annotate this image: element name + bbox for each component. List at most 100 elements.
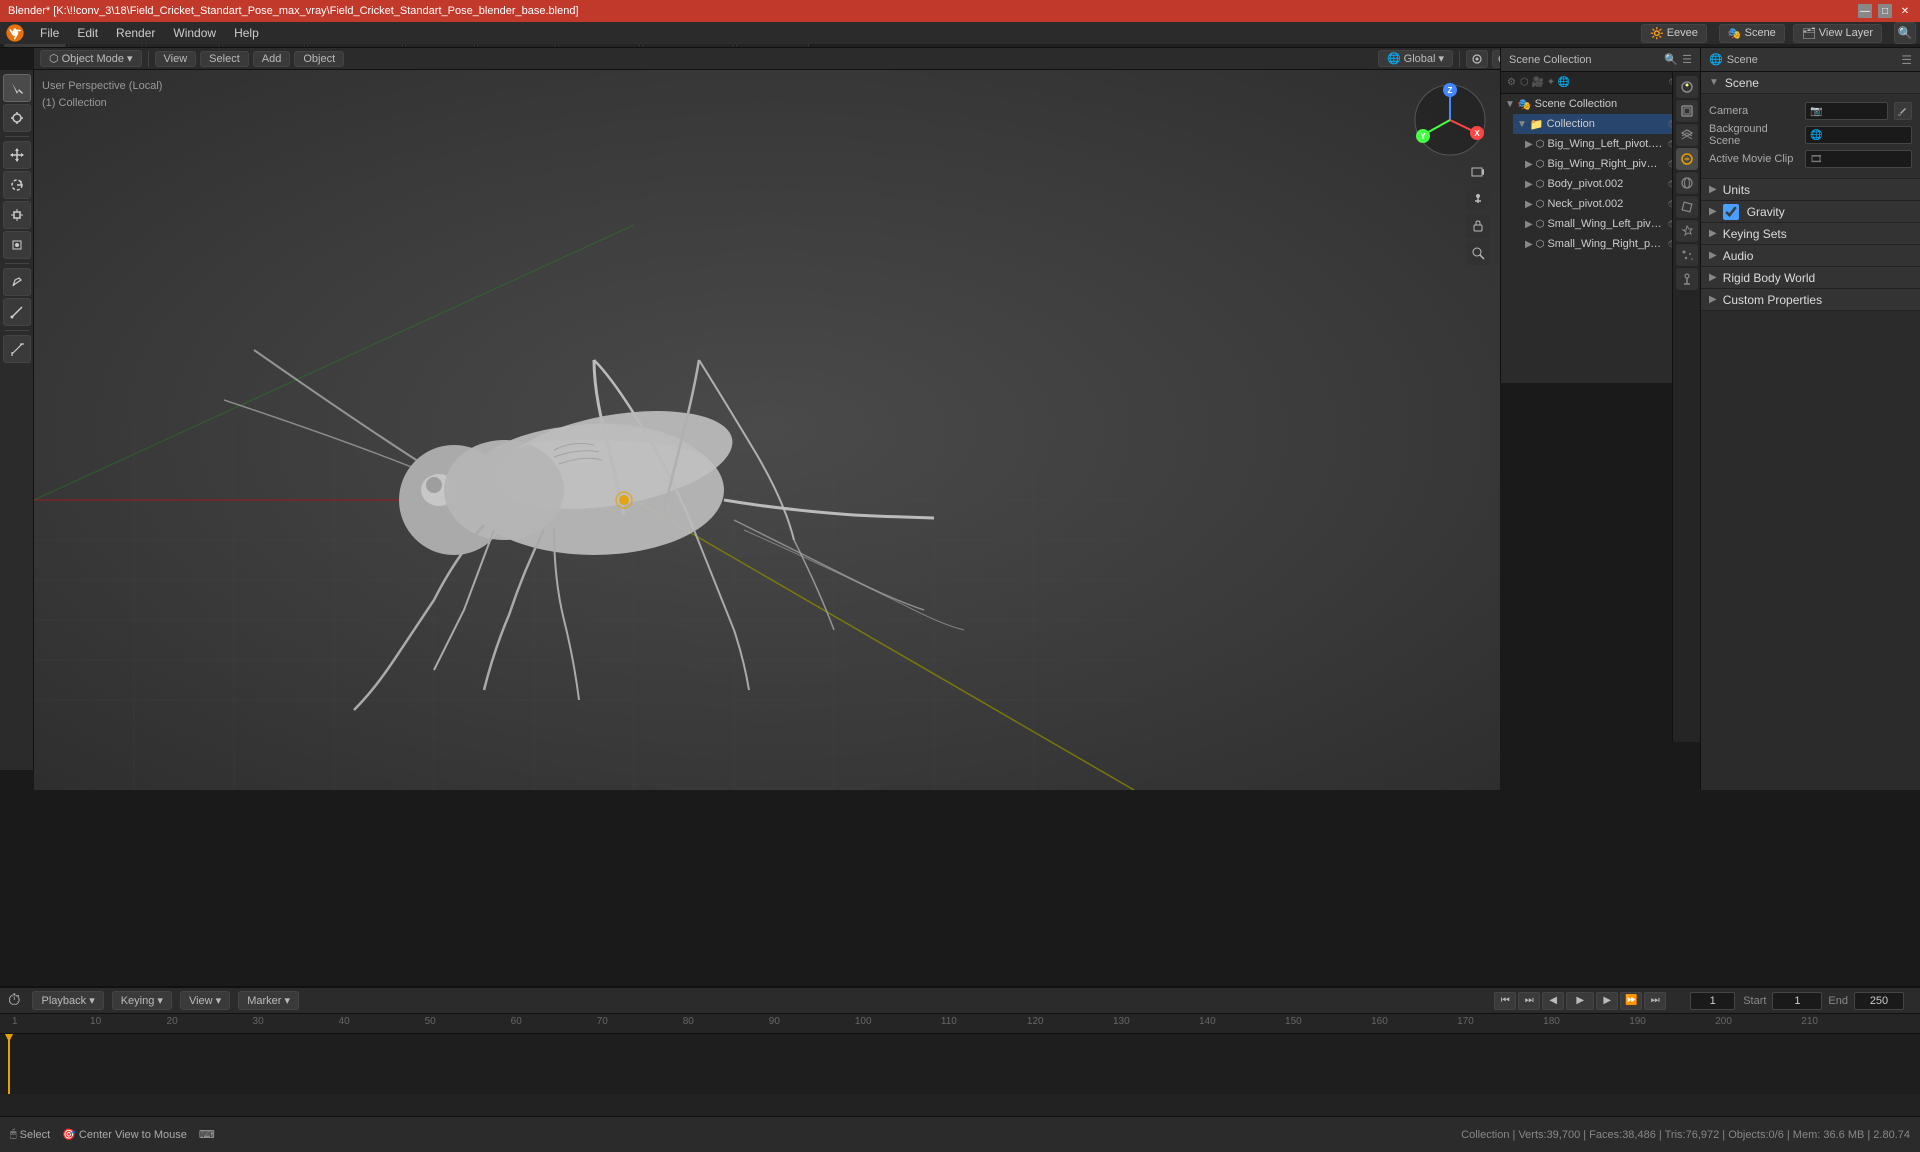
jump-prev-keyframe-btn[interactable]: ⏭ <box>1518 992 1540 1010</box>
outliner-item-1[interactable]: ▶ ⬡ Big_Wing_Right_pivot.002 👁 ↕ <box>1501 154 1700 174</box>
minimize-button[interactable]: — <box>1858 4 1872 18</box>
scene-expand-icon: ▼ <box>1709 77 1719 88</box>
prev-frame-btn[interactable]: ◀ <box>1542 992 1564 1010</box>
units-section-header[interactable]: ▶ Units <box>1701 179 1920 201</box>
cursor-tool-btn[interactable] <box>3 104 31 132</box>
marker-btn[interactable]: Marker ▾ <box>238 991 299 1010</box>
menu-file[interactable]: File <box>32 24 67 42</box>
outliner-item-2[interactable]: ▶ ⬡ Body_pivot.002 👁 ↕ <box>1501 174 1700 194</box>
prop-tab-modifier[interactable] <box>1676 220 1698 242</box>
menu-edit[interactable]: Edit <box>69 24 106 42</box>
object-mode-selector[interactable]: ⬡ Object Mode ▾ <box>40 50 142 67</box>
outliner-filter-btn[interactable]: 🔍 <box>1664 53 1678 66</box>
maximize-button[interactable]: □ <box>1878 4 1892 18</box>
menu-help[interactable]: Help <box>226 24 267 42</box>
status-select: 🖱 Select <box>10 1128 50 1141</box>
viewport-view-menu[interactable]: View <box>155 51 197 67</box>
custom-props-header[interactable]: ▶ Custom Properties <box>1701 289 1920 311</box>
close-button[interactable]: ✕ <box>1898 4 1912 18</box>
end-frame-input[interactable]: 250 <box>1854 992 1904 1010</box>
prop-tab-view-layer[interactable] <box>1676 124 1698 146</box>
item-icon-4: ⬡ <box>1536 219 1545 230</box>
gravity-section-header[interactable]: ▶ Gravity <box>1701 201 1920 223</box>
gravity-checkbox[interactable] <box>1723 204 1739 220</box>
keying-sets-section-header[interactable]: ▶ Keying Sets <box>1701 223 1920 245</box>
main-viewport[interactable]: User Perspective (Local) (1) Collection … <box>34 70 1500 790</box>
lock-camera-btn[interactable] <box>1466 214 1490 238</box>
outliner-item-3[interactable]: ▶ ⬡ Neck_pivot.002 👁 ↕ <box>1501 194 1700 214</box>
annotate-tool-btn[interactable] <box>3 268 31 296</box>
outliner-item-0[interactable]: ▶ ⬡ Big_Wing_Left_pivot.002 👁 ↕ <box>1501 134 1700 154</box>
viewport-select-menu[interactable]: Select <box>200 51 249 67</box>
camera-eyedropper[interactable] <box>1894 102 1912 120</box>
keying-btn[interactable]: Keying ▾ <box>112 991 172 1010</box>
camera-view-btn[interactable] <box>1466 160 1490 184</box>
menu-render[interactable]: Render <box>108 24 163 42</box>
prop-tab-scene[interactable] <box>1676 148 1698 170</box>
outliner-item-4[interactable]: ▶ ⬡ Small_Wing_Left_pivot.002 👁 ↕ <box>1501 214 1700 234</box>
rigid-body-world-header[interactable]: ▶ Rigid Body World <box>1701 267 1920 289</box>
prop-tab-world[interactable] <box>1676 172 1698 194</box>
prop-tab-physics[interactable] <box>1676 268 1698 290</box>
frame-20: 20 <box>167 1016 178 1027</box>
move-tool-btn[interactable] <box>3 141 31 169</box>
camera-value[interactable]: 📷 <box>1805 102 1888 120</box>
select-tool-btn[interactable] <box>3 74 31 102</box>
timeline-ruler: 1 10 20 30 40 50 60 70 80 90 100 110 120… <box>0 1014 1920 1034</box>
timeline-scrubber[interactable] <box>8 1034 10 1094</box>
next-frame-btn[interactable]: ▶ <box>1596 992 1618 1010</box>
rotate-tool-btn[interactable] <box>3 171 31 199</box>
play-btn[interactable]: ▶ <box>1566 992 1594 1010</box>
panel-options-btn[interactable]: ☰ <box>1901 53 1912 67</box>
collection-icon: 📁 <box>1530 118 1544 131</box>
blender-logo[interactable] <box>4 22 26 44</box>
viewport-add-menu[interactable]: Add <box>253 51 291 67</box>
select-label: Select <box>20 1129 51 1141</box>
scene-collection-root[interactable]: ▼ 🎭 Scene Collection <box>1501 94 1700 114</box>
walk-navigation-btn[interactable] <box>1466 187 1490 211</box>
viewport-object-menu[interactable]: Object <box>294 51 344 67</box>
timeline-track[interactable] <box>0 1034 1920 1094</box>
render-engine-selector[interactable]: 🔆 Eevee <box>1641 24 1707 43</box>
properties-panel-header: 🌐 Scene ☰ <box>1701 48 1920 72</box>
properties-title: Scene <box>1727 54 1758 66</box>
properties-sidebar-tabs <box>1672 72 1700 742</box>
viewport-icons <box>1466 160 1490 265</box>
prop-tab-particles[interactable] <box>1676 244 1698 266</box>
current-frame-display[interactable]: 1 <box>1690 992 1735 1010</box>
jump-next-keyframe-btn[interactable]: ⏩ <box>1620 992 1642 1010</box>
annotate-line-btn[interactable] <box>3 298 31 326</box>
measure-tool-btn[interactable] <box>3 335 31 363</box>
search-button[interactable]: 🔍 <box>1894 22 1916 44</box>
outliner-item-5[interactable]: ▶ ⬡ Small_Wing_Right_pivot.002 👁 ↕ <box>1501 234 1700 254</box>
item-name-1: Big_Wing_Right_pivot.002 <box>1547 158 1663 170</box>
frame-10: 10 <box>90 1016 101 1027</box>
movie-clip-value[interactable]: 🎞 <box>1805 150 1912 168</box>
transform-global-selector[interactable]: 🌐 Global ▾ <box>1378 50 1453 67</box>
scale-tool-btn[interactable] <box>3 201 31 229</box>
transform-tool-btn[interactable] <box>3 231 31 259</box>
scene-section-header[interactable]: ▼ Scene <box>1701 72 1920 94</box>
status-stats: Collection | Verts:39,700 | Faces:38,486… <box>1461 1129 1910 1141</box>
pivot-point-btn[interactable] <box>1466 50 1488 68</box>
item-icon-2: ⬡ <box>1536 179 1545 190</box>
timeline-view-btn[interactable]: View ▾ <box>180 991 230 1010</box>
navigation-gizmo[interactable]: Z X Y <box>1410 80 1490 160</box>
prop-tab-output[interactable] <box>1676 100 1698 122</box>
audio-label: Audio <box>1723 249 1754 263</box>
search-viewport-btn[interactable] <box>1466 241 1490 265</box>
global-icon: 🌐 <box>1387 52 1401 65</box>
bg-scene-value[interactable]: 🌐 <box>1805 126 1912 144</box>
start-frame-input[interactable]: 1 <box>1772 992 1822 1010</box>
audio-section-header[interactable]: ▶ Audio <box>1701 245 1920 267</box>
prop-tab-object[interactable] <box>1676 196 1698 218</box>
window-controls[interactable]: — □ ✕ <box>1858 4 1912 18</box>
prop-tab-render[interactable] <box>1676 76 1698 98</box>
outliner-filter2-btn[interactable]: ☰ <box>1682 53 1692 66</box>
jump-start-btn[interactable]: ⏮ <box>1494 992 1516 1010</box>
playback-btn[interactable]: Playback ▾ <box>32 991 103 1010</box>
menu-window[interactable]: Window <box>165 24 224 42</box>
scene-selector[interactable]: 🎭 Scene <box>1719 24 1785 43</box>
view-layer-selector[interactable]: 🗂 View Layer <box>1793 24 1882 43</box>
jump-end-btn[interactable]: ⏭ <box>1644 992 1666 1010</box>
